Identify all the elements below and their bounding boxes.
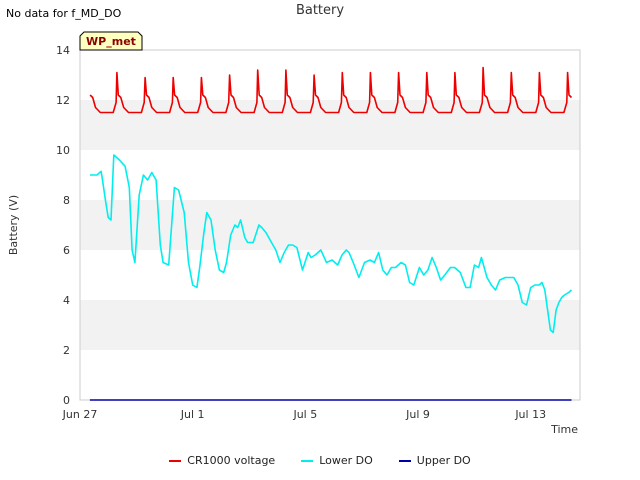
legend-swatch bbox=[169, 459, 182, 462]
legend-swatch bbox=[398, 459, 411, 462]
legend-item-lower-do: Lower DO bbox=[301, 454, 373, 467]
grid-bands bbox=[80, 100, 580, 350]
y-tick-label: 8 bbox=[63, 194, 70, 207]
grid-band bbox=[80, 100, 580, 150]
station-tag-label: WP_met bbox=[86, 35, 136, 48]
y-tick-label: 12 bbox=[56, 94, 70, 107]
legend-label: CR1000 voltage bbox=[187, 454, 276, 467]
grid-band bbox=[80, 200, 580, 250]
y-tick-label: 0 bbox=[63, 394, 70, 407]
y-tick-label: 10 bbox=[56, 144, 70, 157]
y-axis-ticks: 0 2 4 6 8 10 12 14 bbox=[56, 44, 70, 407]
x-tick-label: Jul 13 bbox=[514, 408, 546, 421]
y-tick-label: 6 bbox=[63, 244, 70, 257]
legend-item-upper-do: Upper DO bbox=[398, 454, 471, 467]
legend-swatch bbox=[301, 459, 314, 462]
y-tick-label: 4 bbox=[63, 294, 70, 307]
grid-band bbox=[80, 300, 580, 350]
legend-label: Upper DO bbox=[416, 454, 471, 467]
x-tick-label: Jul 5 bbox=[292, 408, 317, 421]
battery-chart: 02468101214 Jun 27 Jul 1 Jul 5 Jul 9 Jul 13 … bbox=[7, 31, 581, 436]
x-tick-label: Jul 1 bbox=[180, 408, 205, 421]
y-tick-label: 14 bbox=[56, 44, 70, 57]
x-axis-label: Time bbox=[550, 423, 578, 436]
legend-item-cr1000-voltage: CR1000 voltage bbox=[169, 454, 275, 467]
legend-label: Lower DO bbox=[319, 454, 373, 467]
station-tag: WP_met bbox=[79, 31, 143, 51]
x-axis-ticks: Jun 27 Jul 1 Jul 5 Jul 9 Jul 13 bbox=[62, 408, 546, 421]
y-axis-label: Battery (V) bbox=[7, 195, 20, 255]
x-tick-label: Jul 9 bbox=[405, 408, 430, 421]
x-tick-label: Jun 27 bbox=[62, 408, 98, 421]
legend: CR1000 voltage Lower DO Upper DO bbox=[0, 454, 640, 467]
y-tick-label: 2 bbox=[63, 344, 70, 357]
